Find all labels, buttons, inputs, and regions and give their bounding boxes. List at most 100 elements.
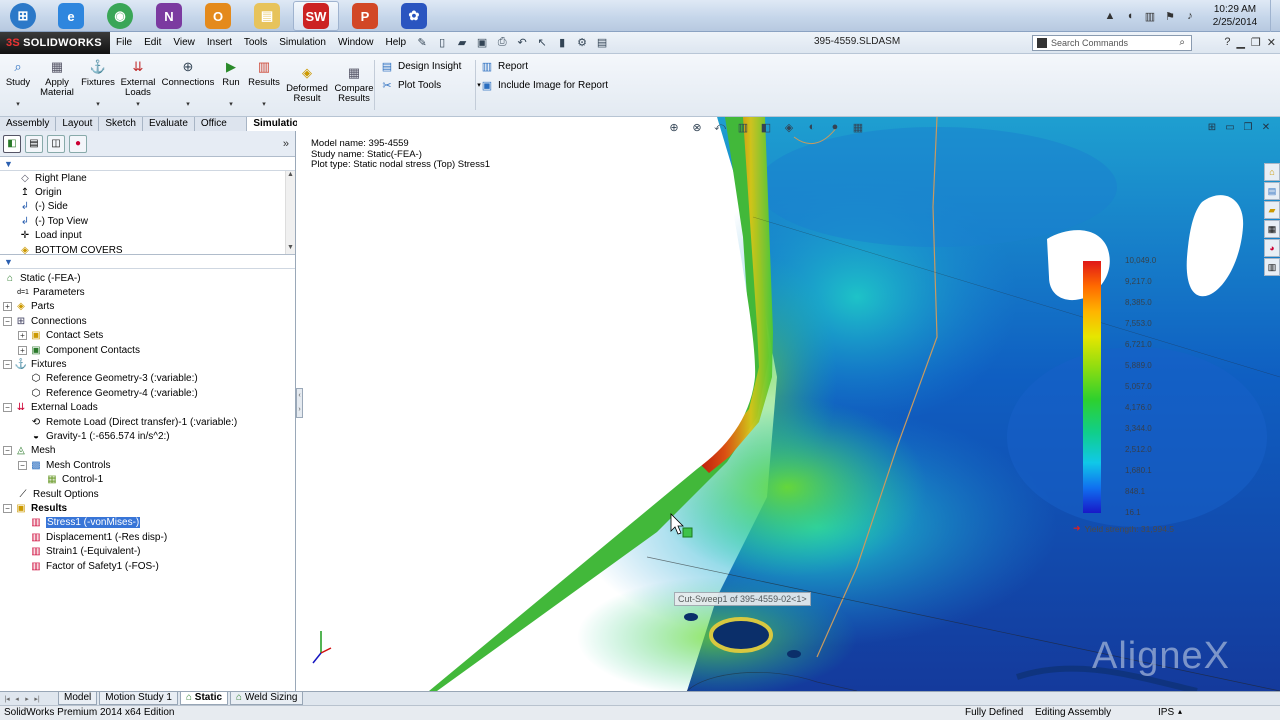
tree-node-strain1[interactable]: ▥ Strain1 (-Equivalent-) [0, 544, 295, 558]
tree-node-factor-of-safety1[interactable]: ▥ Factor of Safety1 (-FOS-) [0, 559, 295, 573]
print-icon[interactable]: ⎙ [494, 35, 510, 51]
menu-tools[interactable]: Tools [238, 37, 273, 48]
custom-properties-icon[interactable]: ▥ [1264, 258, 1280, 276]
connections-button[interactable]: ⊕ Connections ▾ [161, 58, 215, 110]
collapse-icon[interactable]: − [3, 360, 12, 370]
collapse-icon[interactable]: − [3, 403, 12, 413]
taskbar-chrome-button[interactable]: ◉ [97, 1, 143, 31]
menu-file[interactable]: File [110, 37, 138, 48]
apply-scene-icon[interactable]: ▦ [851, 120, 865, 134]
tab-model[interactable]: Model [58, 692, 98, 705]
restore-icon[interactable]: ❐ [1251, 36, 1261, 49]
fixtures-button[interactable]: ⚓ Fixtures ▾ [80, 58, 116, 110]
options-icon[interactable]: ⚙ [574, 35, 590, 51]
tree-node-results[interactable]: − ▣ Results [0, 501, 295, 515]
menu-insert[interactable]: Insert [201, 37, 238, 48]
tab-office-products[interactable]: Office Products [194, 117, 248, 142]
collapse-icon[interactable]: − [18, 460, 27, 470]
edit-appearance-icon[interactable]: ● [828, 120, 842, 134]
rebuild-icon[interactable]: ▮ [554, 35, 570, 51]
design-insight-button[interactable]: ▤ Design Insight [380, 59, 462, 73]
search-icon[interactable]: ⌕ [1179, 37, 1185, 48]
feature-tree-scrollbar[interactable]: ▲ ▼ [285, 171, 295, 254]
open-folder-icon[interactable]: ▰ [454, 35, 470, 51]
tab-motion-study-1[interactable]: Motion Study 1 [99, 692, 178, 705]
solidworks-resources-icon[interactable]: ⌂ [1264, 163, 1280, 181]
taskbar-outlook-button[interactable]: O [195, 1, 241, 31]
tab-layout[interactable]: Layout [56, 117, 100, 131]
appearances-icon[interactable]: ◕ [1264, 239, 1280, 257]
undo-icon[interactable]: ↶ [514, 35, 530, 51]
tab-assembly[interactable]: Assembly [0, 117, 57, 131]
network-icon[interactable]: ▥ [1143, 9, 1157, 23]
start-button[interactable]: ⊞ [0, 1, 46, 31]
tree-node-right-plane[interactable]: ◇ Right Plane [0, 171, 295, 185]
viewport-close-icon[interactable]: ✕ [1260, 121, 1272, 133]
panel-collapse-handle[interactable]: ‹ › [296, 388, 303, 418]
tree-node-origin[interactable]: ↥ Origin [0, 185, 295, 199]
menu-window[interactable]: Window [332, 37, 380, 48]
view-orientation-icon[interactable]: ◧ [759, 120, 773, 134]
property-manager-tab-icon[interactable]: ▤ [25, 134, 43, 153]
tree-node-fixtures[interactable]: − ⚓ Fixtures [0, 357, 295, 371]
tree-node-control-1[interactable]: ▦ Control-1 [0, 472, 295, 486]
graphics-area[interactable]: Model name: 395-4559 Study name: Static(… [297, 117, 1280, 691]
menu-view[interactable]: View [167, 37, 201, 48]
hide-show-items-icon[interactable]: ◐ [805, 120, 819, 134]
include-image-button[interactable]: ▣ Include Image for Report [480, 78, 608, 92]
viewport-restore-icon[interactable]: ❐ [1242, 121, 1254, 133]
view-palette-icon[interactable]: ▦ [1264, 220, 1280, 238]
tab-evaluate[interactable]: Evaluate [142, 117, 195, 131]
viewport-minimize-icon[interactable]: ▭ [1224, 121, 1236, 133]
tree-node-gravity[interactable]: ◒ Gravity-1 (:-656.574 in/s^2:) [0, 429, 295, 443]
tab-static[interactable]: ⌂ Static [179, 692, 229, 705]
section-view-icon[interactable]: ▥ [736, 120, 750, 134]
feature-filter[interactable]: ▼ [0, 157, 295, 171]
select-icon[interactable]: ↖ [534, 35, 550, 51]
expand-icon[interactable]: + [18, 331, 27, 341]
expand-icon[interactable]: + [18, 345, 27, 355]
tree-node-result-options[interactable]: ⟋ Result Options [0, 487, 295, 501]
menu-help[interactable]: Help [380, 37, 413, 48]
tree-node-stress1[interactable]: ▥ Stress1 (-vonMises-) [0, 516, 295, 530]
tab-sketch[interactable]: Sketch [99, 117, 143, 131]
new-document-icon[interactable]: ▯ [434, 35, 450, 51]
minimize-icon[interactable]: ▁ [1236, 36, 1244, 49]
tree-node-connections[interactable]: − ⊞ Connections [0, 314, 295, 328]
plot-tools-button[interactable]: ✂ Plot Tools ▾ [380, 78, 480, 92]
viewport-tile-icon[interactable]: ⊞ [1206, 121, 1218, 133]
tree-node-reference-geometry-3[interactable]: ⬡ Reference Geometry-3 (:variable:) [0, 372, 295, 386]
zoom-to-fit-icon[interactable]: ⊕ [667, 120, 681, 134]
tree-node-external-loads[interactable]: − ⇊ External Loads [0, 401, 295, 415]
taskbar-explorer-button[interactable]: ▤ [244, 1, 290, 31]
previous-view-icon[interactable]: ⤺ [713, 120, 727, 134]
external-loads-button[interactable]: ⇊ External Loads ▾ [118, 58, 158, 110]
last-tab-icon[interactable]: ▸| [32, 695, 42, 703]
report-button[interactable]: ▥ Report [480, 59, 528, 73]
volume-icon[interactable]: ◖ [1123, 9, 1137, 23]
tree-node-contact-sets[interactable]: + ▣ Contact Sets [0, 329, 295, 343]
flag-icon[interactable]: ⚑ [1163, 9, 1177, 23]
compare-results-button[interactable]: ▦ Compare Results [332, 64, 376, 104]
sound-icon[interactable]: ♪ [1183, 9, 1197, 23]
collapse-icon[interactable]: − [3, 446, 12, 456]
tree-node-component-contacts[interactable]: + ▣ Component Contacts [0, 343, 295, 357]
file-explorer-pane-icon[interactable]: ▰ [1264, 201, 1280, 219]
collapse-icon[interactable]: − [3, 503, 12, 513]
units-system[interactable]: IPS [1158, 707, 1174, 718]
search-commands-input[interactable]: Search Commands ⌕ [1032, 35, 1192, 51]
tree-node-static-study[interactable]: ⌂ Static (-FEA-) [0, 271, 295, 285]
apply-material-button[interactable]: ▦ Apply Material [38, 58, 76, 98]
help-icon[interactable]: ? [1224, 36, 1230, 49]
tree-node-remote-load[interactable]: ⟲ Remote Load (Direct transfer)-1 (:varia… [0, 415, 295, 429]
taskbar-powerpoint-button[interactable]: P [342, 1, 388, 31]
solidworks-logo[interactable]: 3S SOLIDWORKS [0, 31, 110, 54]
zoom-to-area-icon[interactable]: ⊗ [690, 120, 704, 134]
prev-tab-icon[interactable]: ◂ [12, 695, 22, 703]
tree-node-reference-geometry-4[interactable]: ⬡ Reference Geometry-4 (:variable:) [0, 386, 295, 400]
taskbar-app-button[interactable]: ✿ [391, 1, 437, 31]
tree-node-bottom-covers[interactable]: ◈ BOTTOM COVERS [0, 243, 295, 254]
configuration-manager-tab-icon[interactable]: ◫ [47, 134, 65, 153]
close-icon[interactable]: ✕ [1267, 36, 1276, 49]
next-tab-icon[interactable]: ▸ [22, 695, 32, 703]
